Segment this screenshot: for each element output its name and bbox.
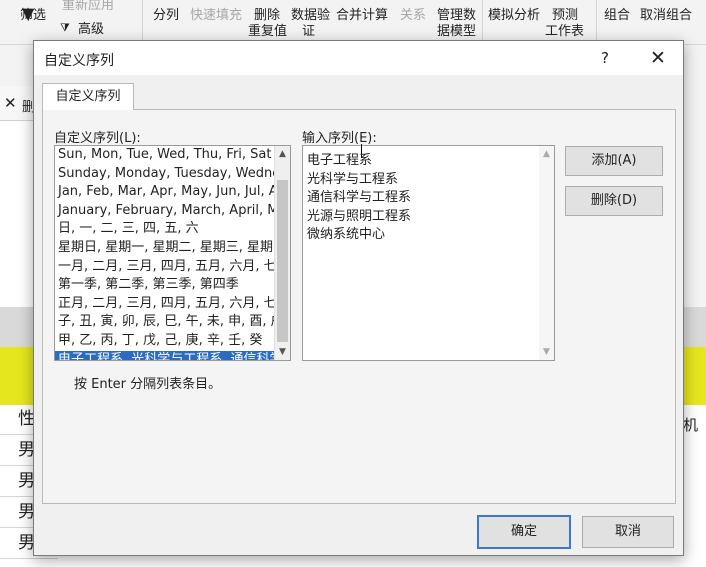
background-toolbar: ✕ 删 bbox=[0, 86, 36, 121]
group-button[interactable]: 组合 bbox=[604, 8, 630, 23]
dialog-titlebar[interactable]: 自定义序列 ? ✕ bbox=[34, 41, 683, 75]
what-if-button[interactable]: 模拟分析 bbox=[488, 8, 540, 23]
ribbon-separator bbox=[482, 0, 483, 42]
add-button[interactable]: 添加(A) bbox=[565, 146, 663, 176]
reapply-button[interactable]: 重新应用 bbox=[62, 0, 114, 13]
list-item[interactable]: 电子工程系, 光科学与工程系, 通信科学与工程系 bbox=[55, 350, 276, 360]
entry-line: 通信科学与工程系 bbox=[307, 190, 412, 205]
help-button[interactable]: ? bbox=[594, 47, 616, 69]
entry-line: 光科学与工程系 bbox=[307, 171, 399, 187]
scroll-up-icon[interactable]: ▲ bbox=[275, 146, 290, 162]
list-entries-textarea[interactable]: 电子工程系光科学与工程系 通信科学与工程系 光源与照明工程系 微纳系统中心 ▲ ▼ bbox=[302, 145, 555, 361]
scroll-thumb[interactable] bbox=[277, 180, 288, 342]
ribbon-separator bbox=[142, 0, 143, 42]
text-cursor bbox=[361, 144, 362, 158]
filter-button[interactable]: 筛选 bbox=[20, 8, 46, 23]
remove-duplicates-label1[interactable]: 删除 bbox=[254, 8, 280, 23]
entry-line: 微纳系统中心 bbox=[307, 227, 386, 242]
forecast-label2[interactable]: 工作表 bbox=[545, 24, 584, 39]
list-item[interactable]: 子, 丑, 寅, 卯, 辰, 巳, 午, 未, 申, 酉, 戌 bbox=[55, 313, 276, 332]
split-button[interactable]: 分列 bbox=[153, 8, 179, 23]
list-item[interactable]: 正月, 二月, 三月, 四月, 五月, 六月, 七月 bbox=[55, 295, 276, 314]
forecast-label1[interactable]: 预测 bbox=[552, 8, 578, 23]
dialog-title: 自定义序列 bbox=[44, 53, 114, 69]
flash-fill-button[interactable]: 快速填充 bbox=[190, 8, 242, 23]
delete-button[interactable]: 删除(D) bbox=[565, 186, 663, 216]
excel-ribbon: ▼ 筛选 重新应用 ⧩ 高级 分列 快速填充 删除 重复值 数据验 证 合并计算… bbox=[0, 0, 706, 45]
scroll-down-icon[interactable]: ▼ bbox=[539, 344, 554, 360]
sheet-area bbox=[0, 121, 36, 307]
data-model-label2[interactable]: 据模型 bbox=[437, 24, 476, 39]
data-validation-label2[interactable]: 证 bbox=[302, 24, 315, 39]
data-validation-label1[interactable]: 数据验 bbox=[291, 8, 330, 23]
list-item[interactable]: Jan, Feb, Mar, Apr, May, Jun, Jul, Aug bbox=[55, 183, 276, 202]
column-header-right: 机 bbox=[683, 416, 699, 434]
list-item[interactable]: 日, 一, 二, 三, 四, 五, 六 bbox=[55, 220, 276, 239]
ungroup-button[interactable]: 取消组合 bbox=[640, 8, 692, 23]
tab-custom-lists[interactable]: 自定义序列 bbox=[42, 83, 134, 110]
ribbon-separator bbox=[596, 0, 597, 42]
consolidate-button[interactable]: 合并计算 bbox=[336, 8, 388, 23]
custom-lists-label: 自定义序列(L): bbox=[54, 131, 141, 146]
list-item[interactable]: Sun, Mon, Tue, Wed, Thu, Fri, Sat bbox=[55, 146, 276, 165]
entry-line: 光源与照明工程系 bbox=[307, 208, 412, 224]
scroll-down-icon[interactable]: ▼ bbox=[275, 344, 290, 360]
list-item[interactable]: January, February, March, April, May bbox=[55, 202, 276, 221]
cancel-button[interactable]: 取消 bbox=[582, 516, 674, 548]
advanced-filter-icon: ⧩ bbox=[60, 21, 70, 34]
enter-hint: 按 Enter 分隔列表条目。 bbox=[74, 377, 222, 392]
relations-button[interactable]: 关系 bbox=[400, 8, 426, 23]
ok-button[interactable]: 确定 bbox=[477, 515, 571, 549]
entry-line: 电子工程系 bbox=[307, 153, 373, 168]
scroll-up-icon[interactable]: ▲ bbox=[539, 146, 554, 162]
listbox-scrollbar[interactable]: ▲ ▼ bbox=[274, 146, 290, 360]
list-item[interactable]: 第一季, 第二季, 第三季, 第四季 bbox=[55, 276, 276, 295]
custom-lists-listbox[interactable]: Sun, Mon, Tue, Wed, Thu, Fri, Sat Sunday,… bbox=[54, 145, 291, 361]
remove-duplicates-label2[interactable]: 重复值 bbox=[248, 24, 287, 39]
advanced-button[interactable]: 高级 bbox=[78, 22, 104, 37]
close-icon: ✕ bbox=[4, 94, 17, 112]
textarea-scrollbar[interactable]: ▲ ▼ bbox=[539, 146, 554, 360]
data-model-label1[interactable]: 管理数 bbox=[437, 8, 476, 23]
list-item[interactable]: 一月, 二月, 三月, 四月, 五月, 六月, 七月 bbox=[55, 258, 276, 277]
list-item[interactable]: Sunday, Monday, Tuesday, Wednesday bbox=[55, 165, 276, 184]
list-entries-label: 输入序列(E): bbox=[302, 131, 377, 146]
list-item[interactable]: 星期日, 星期一, 星期二, 星期三, 星期四 bbox=[55, 239, 276, 258]
list-item[interactable]: 甲, 乙, 丙, 丁, 戊, 己, 庚, 辛, 壬, 癸 bbox=[55, 332, 276, 351]
custom-lists-dialog: 自定义序列 ? ✕ 自定义序列 自定义序列(L): 输入序列(E): Sun, … bbox=[33, 40, 684, 556]
close-button[interactable]: ✕ bbox=[647, 47, 669, 69]
